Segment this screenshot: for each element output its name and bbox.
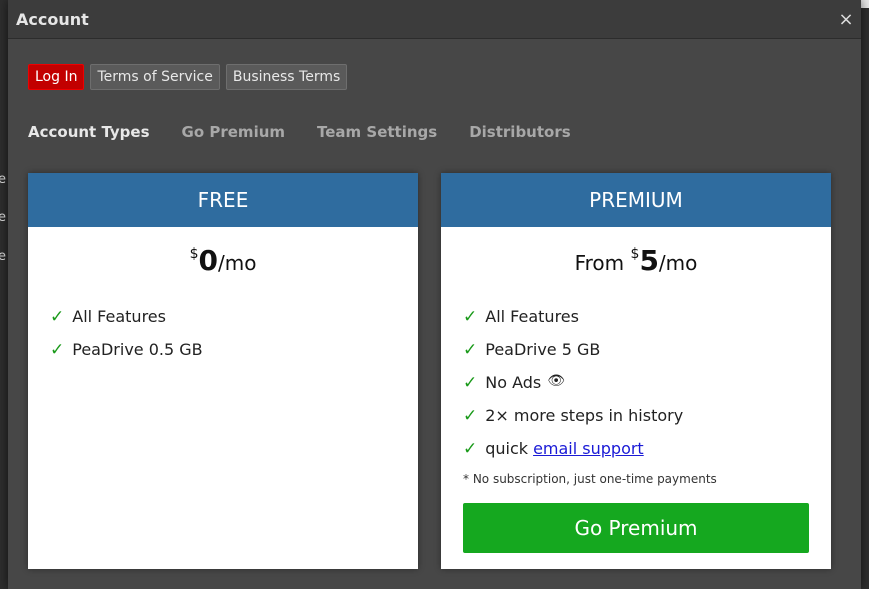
feature-label: quick xyxy=(485,439,529,458)
go-premium-button[interactable]: Go Premium xyxy=(463,503,809,553)
feature-item: ✓ PeaDrive 5 GB xyxy=(463,340,831,373)
check-icon: ✓ xyxy=(463,307,478,327)
plan-name: FREE xyxy=(28,173,418,227)
plan-price: From $5/mo xyxy=(441,244,831,277)
premium-plan-card: PREMIUM From $5/mo ✓ All Features ✓ PeaDri… xyxy=(441,173,831,569)
feature-item: ✓ All Features xyxy=(50,307,418,340)
check-icon: ✓ xyxy=(463,439,478,459)
background-text: e xyxy=(0,249,6,264)
feature-list: ✓ All Features ✓ PeaDrive 5 GB ✓ No Ads 👁 ✓ 2… xyxy=(463,307,831,472)
price-period: /mo xyxy=(217,251,257,275)
payment-footnote: * No subscription, just one-time payment… xyxy=(463,472,717,486)
background-text: e xyxy=(0,172,6,187)
feature-item: ✓ All Features xyxy=(463,307,831,340)
price-prefix: From xyxy=(574,251,631,275)
login-button[interactable]: Log In xyxy=(28,64,85,90)
check-icon: ✓ xyxy=(463,340,478,360)
price-amount: 5 xyxy=(639,244,659,277)
price-amount: 0 xyxy=(198,244,218,277)
eye-icon: 👁 xyxy=(547,373,566,389)
tab-distributors[interactable]: Distributors xyxy=(469,123,570,141)
account-tabs: Account Types Go Premium Team Settings D… xyxy=(28,123,571,141)
feature-item: ✓ PeaDrive 0.5 GB xyxy=(50,340,418,373)
price-period: /mo xyxy=(658,251,698,275)
close-icon[interactable]: × xyxy=(831,9,861,30)
account-dialog: Account × Log In Terms of Service Busine… xyxy=(8,0,861,589)
terms-of-service-button[interactable]: Terms of Service xyxy=(90,64,220,90)
free-plan-card: FREE $0/mo ✓ All Features ✓ PeaDrive 0.5 G… xyxy=(28,173,418,569)
feature-list: ✓ All Features ✓ PeaDrive 0.5 GB xyxy=(50,307,418,373)
dialog-titlebar: Account × xyxy=(8,0,861,39)
feature-label: No Ads xyxy=(485,373,542,392)
dialog-title: Account xyxy=(16,9,89,29)
account-actions: Log In Terms of Service Business Terms xyxy=(28,64,348,90)
feature-label: All Features xyxy=(485,307,579,326)
check-icon: ✓ xyxy=(463,406,478,426)
feature-label: PeaDrive 5 GB xyxy=(485,340,601,359)
plan-name: PREMIUM xyxy=(441,173,831,227)
business-terms-button[interactable]: Business Terms xyxy=(225,64,348,90)
check-icon: ✓ xyxy=(50,307,65,327)
tab-go-premium[interactable]: Go Premium xyxy=(182,123,285,141)
feature-label: 2× more steps in history xyxy=(485,406,684,425)
feature-label: PeaDrive 0.5 GB xyxy=(72,340,203,359)
tab-team-settings[interactable]: Team Settings xyxy=(317,123,437,141)
plan-price: $0/mo xyxy=(28,244,418,277)
feature-item: ✓ No Ads 👁 xyxy=(463,373,831,406)
check-icon: ✓ xyxy=(50,340,65,360)
background-text: e xyxy=(0,210,6,225)
feature-item: ✓ 2× more steps in history xyxy=(463,406,831,439)
tab-account-types[interactable]: Account Types xyxy=(28,123,150,141)
email-support-link[interactable]: email support xyxy=(533,439,644,458)
feature-label: All Features xyxy=(72,307,166,326)
feature-item: ✓ quick email support xyxy=(463,439,831,472)
check-icon: ✓ xyxy=(463,373,478,393)
